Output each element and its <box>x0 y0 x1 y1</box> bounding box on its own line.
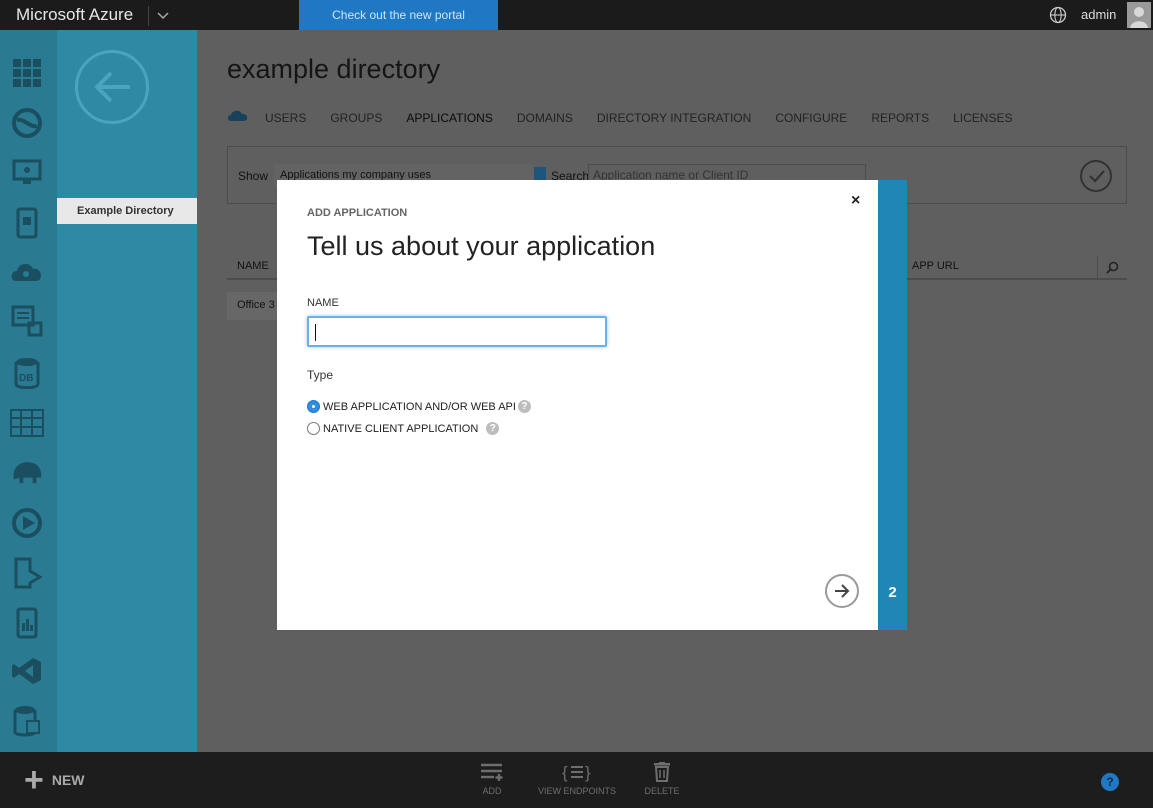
dialog-caption: ADD APPLICATION <box>307 207 408 219</box>
storage-icon[interactable] <box>10 406 44 440</box>
add-button[interactable]: ADD <box>474 762 510 796</box>
native-client-radio[interactable] <box>307 422 320 435</box>
dropdown-arrow-icon[interactable] <box>534 167 546 181</box>
delete-label: DELETE <box>644 786 680 796</box>
avatar[interactable] <box>1127 2 1151 28</box>
add-button-label: ADD <box>482 786 502 796</box>
mobile-services-icon[interactable] <box>10 206 44 240</box>
application-name-input[interactable] <box>307 316 607 347</box>
batch-services-icon[interactable] <box>10 304 44 338</box>
tab-licenses[interactable]: LICENSES <box>953 111 1012 125</box>
brand-title[interactable]: Microsoft Azure <box>16 5 133 25</box>
web-application-option[interactable]: WEB APPLICATION AND/OR WEB API ? <box>307 400 531 413</box>
arrow-right-icon <box>835 584 850 598</box>
wizard-step-indicator: 2 <box>878 180 907 630</box>
tab-users[interactable]: USERS <box>265 111 306 125</box>
web-sites-icon[interactable] <box>10 106 44 140</box>
web-application-label[interactable]: WEB APPLICATION AND/OR WEB API <box>323 401 516 413</box>
directory-panel: Example Directory <box>57 30 197 752</box>
cache-icon[interactable] <box>10 704 44 738</box>
tab-configure[interactable]: CONFIGURE <box>775 111 847 125</box>
tab-directory-integration[interactable]: DIRECTORY INTEGRATION <box>597 111 751 125</box>
type-label: Type <box>307 368 334 382</box>
top-bar: Microsoft Azure Check out the new portal… <box>0 0 1153 30</box>
svg-text:}: } <box>585 763 591 782</box>
trash-icon <box>654 762 670 782</box>
all-items-icon[interactable] <box>10 56 44 90</box>
column-header-app-url[interactable]: APP URL <box>912 260 959 272</box>
web-application-radio[interactable] <box>307 400 320 413</box>
visual-studio-icon[interactable] <box>10 654 44 688</box>
endpoints-icon: {} <box>562 763 591 782</box>
view-endpoints-button[interactable]: {} VIEW ENDPOINTS <box>538 762 616 796</box>
add-application-dialog: × ADD APPLICATION Tell us about your app… <box>277 180 878 630</box>
add-list-icon <box>481 763 503 781</box>
cloud-services-icon[interactable] <box>10 254 44 288</box>
chevron-down-icon[interactable] <box>148 6 174 26</box>
tab-domains[interactable]: DOMAINS <box>517 111 573 125</box>
tab-applications[interactable]: APPLICATIONS <box>406 111 492 125</box>
new-button-label: NEW <box>51 772 85 788</box>
virtual-machines-icon[interactable] <box>10 156 44 190</box>
page-title: example directory <box>227 54 441 84</box>
name-field-label: NAME <box>307 297 339 309</box>
new-button[interactable]: + NEW <box>24 761 85 799</box>
step-number: 2 <box>888 584 897 601</box>
delete-button[interactable]: DELETE <box>644 762 680 796</box>
help-question-icon[interactable]: ? <box>517 400 531 413</box>
sidebar-item-example-directory[interactable]: Example Directory <box>57 198 197 224</box>
command-bar: + NEW ADD {} VIEW ENDPOINTS DELETE ? <box>0 752 1153 808</box>
native-client-option[interactable]: NATIVE CLIENT APPLICATION ? <box>307 422 500 435</box>
new-portal-link[interactable]: Check out the new portal <box>299 0 498 30</box>
svg-text:{: { <box>562 763 568 782</box>
import-export-icon[interactable] <box>10 556 44 590</box>
back-arrow-icon[interactable] <box>75 50 149 124</box>
help-icon[interactable]: ? <box>1101 773 1119 791</box>
tab-reports[interactable]: REPORTS <box>871 111 929 125</box>
text-caret <box>315 324 316 341</box>
media-services-icon[interactable] <box>10 506 44 540</box>
hdinsight-icon[interactable] <box>10 454 44 488</box>
next-arrow-button[interactable] <box>825 574 859 608</box>
tab-groups[interactable]: GROUPS <box>330 111 382 125</box>
service-rail: DB <box>0 30 57 752</box>
column-header-name[interactable]: NAME <box>237 260 269 272</box>
sql-databases-icon[interactable]: DB <box>10 356 44 390</box>
mobile-engagement-icon[interactable] <box>10 606 44 640</box>
show-label: Show <box>238 169 269 183</box>
user-name[interactable]: admin <box>1081 7 1116 22</box>
plus-icon: + <box>24 761 44 799</box>
apply-filter-check-icon[interactable] <box>1080 160 1112 192</box>
help-question-icon[interactable]: ? <box>486 422 500 435</box>
table-search-icon[interactable] <box>1097 256 1127 278</box>
view-endpoints-label: VIEW ENDPOINTS <box>538 786 617 796</box>
native-client-label[interactable]: NATIVE CLIENT APPLICATION <box>323 423 478 435</box>
tab-bar: USERS GROUPS APPLICATIONS DOMAINS DIRECT… <box>227 108 1036 127</box>
svg-text:DB: DB <box>19 373 33 384</box>
close-icon[interactable]: × <box>851 192 860 210</box>
globe-icon[interactable] <box>1049 6 1067 29</box>
dialog-title: Tell us about your application <box>307 231 656 261</box>
directory-cloud-icon <box>227 108 249 127</box>
